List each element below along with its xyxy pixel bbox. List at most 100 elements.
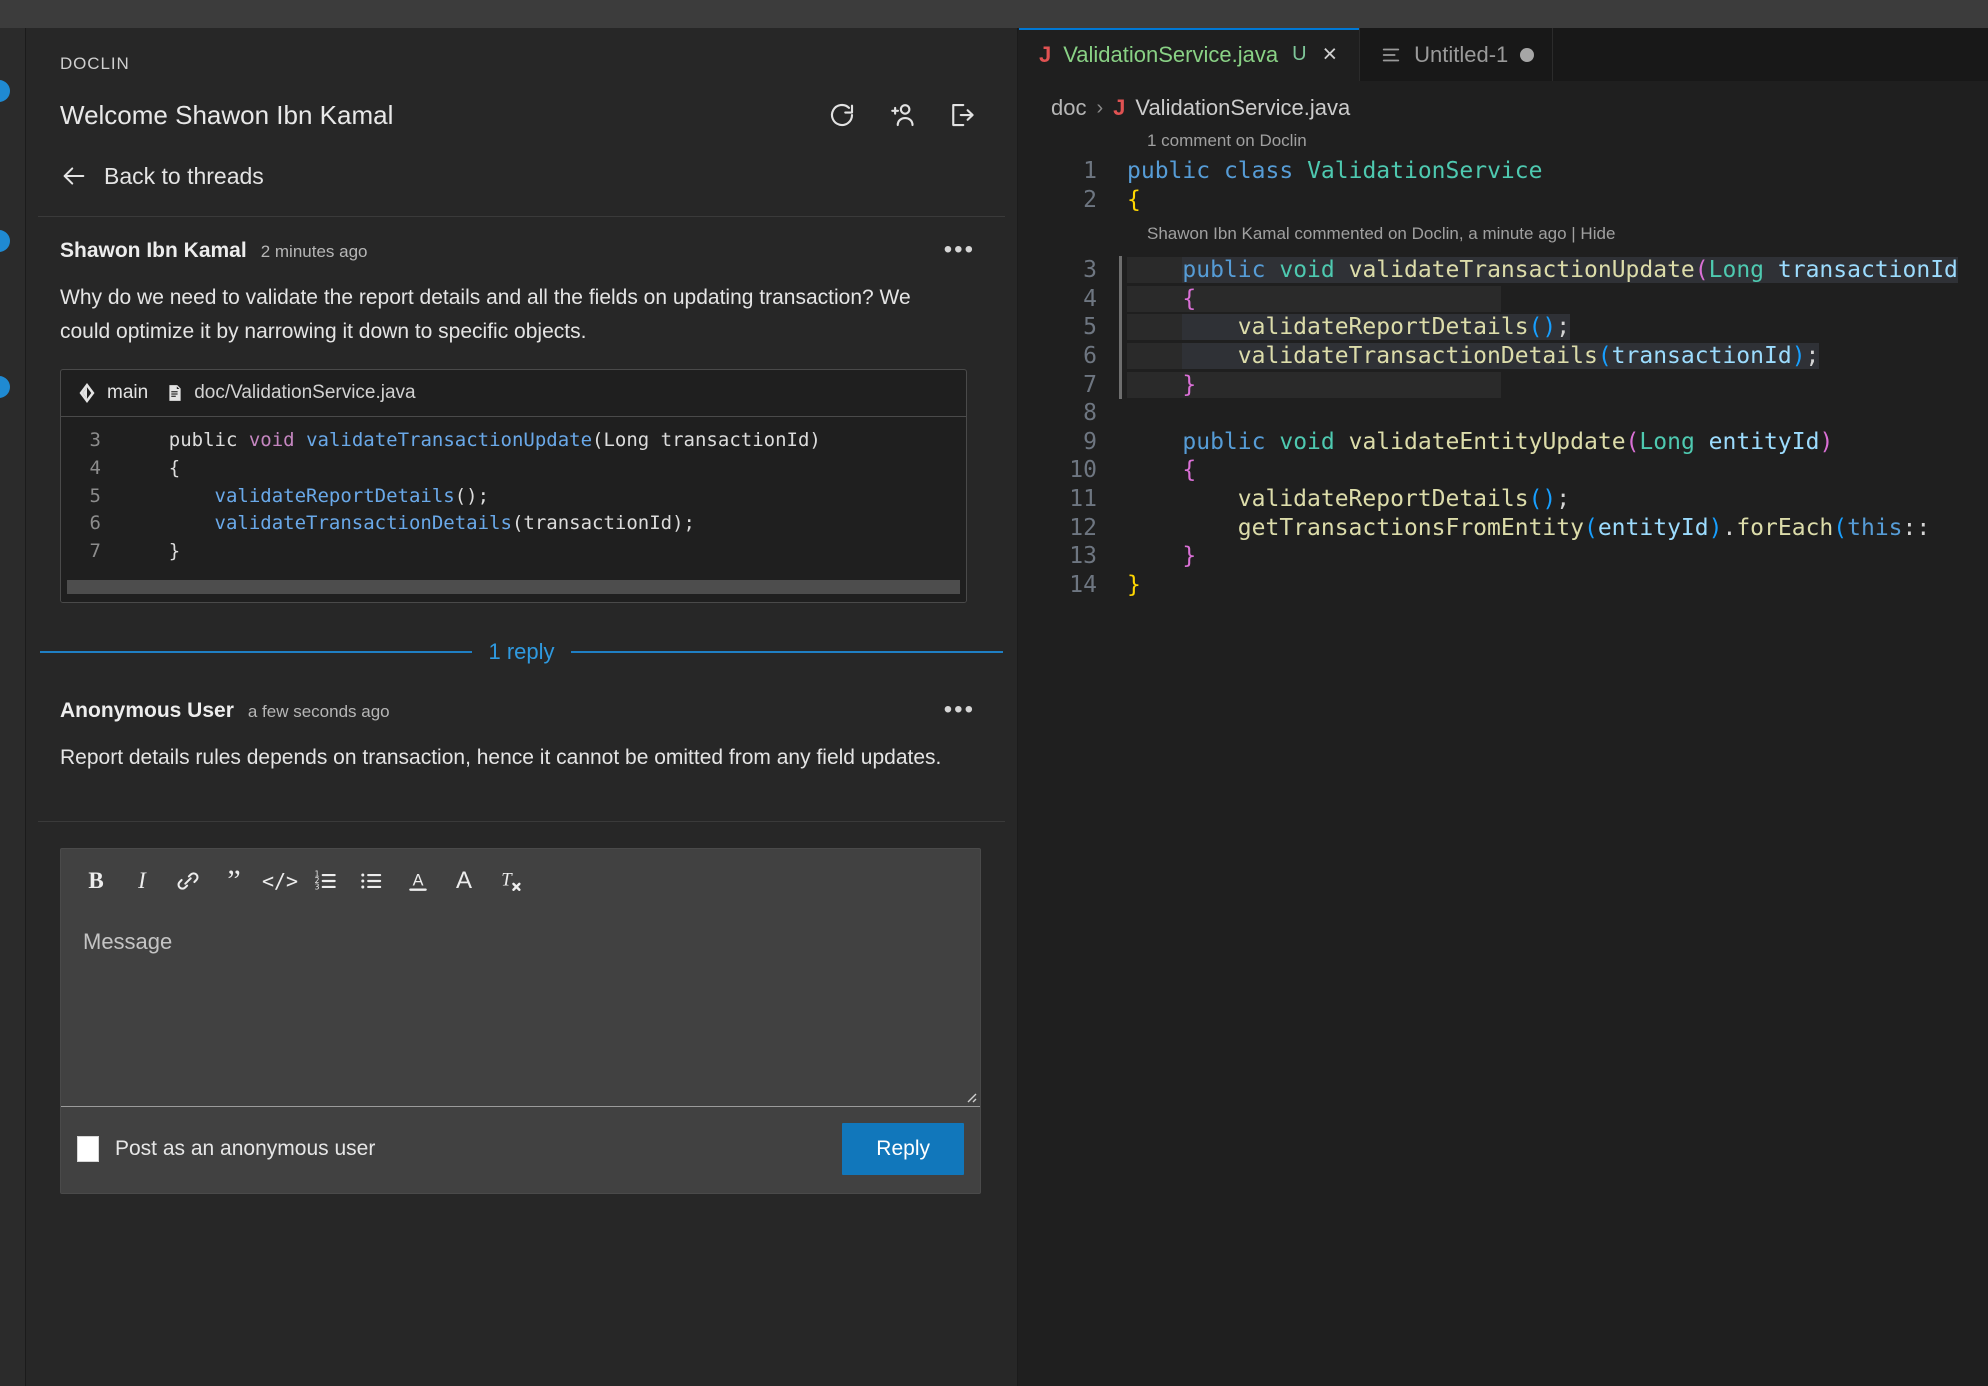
snippet-line-text: } xyxy=(123,539,181,562)
code-line: 14 } xyxy=(1019,571,1988,600)
message-placeholder: Message xyxy=(83,928,173,954)
reply-count-label: 1 reply xyxy=(488,638,555,664)
sign-out-icon[interactable] xyxy=(945,98,979,132)
snippet-line-number: 7 xyxy=(89,539,101,562)
code-icon[interactable]: </> xyxy=(257,861,303,901)
line-source: validateReportDetails(); xyxy=(1237,485,1571,512)
code-line: 7 } xyxy=(1019,370,1988,400)
line-source: { xyxy=(1119,284,1501,314)
snippet-line-text: public void validateTransactionUpdate(Lo… xyxy=(123,429,821,452)
line-source: } xyxy=(1127,571,1141,598)
breadcrumb-folder[interactable]: doc xyxy=(1051,95,1086,121)
message-input[interactable]: Message xyxy=(61,911,980,1107)
line-number: 14 xyxy=(1069,571,1097,598)
activity-bar[interactable] xyxy=(0,28,26,1386)
snippet-line: 5 validateReportDetails(); xyxy=(61,483,966,511)
underline-icon[interactable]: A xyxy=(395,861,441,901)
line-number: 3 xyxy=(1083,257,1097,284)
add-person-icon[interactable] xyxy=(885,98,919,132)
comment-count-decoration[interactable]: 1 comment on Doclin xyxy=(1019,127,1988,157)
line-number: 11 xyxy=(1069,485,1097,512)
blockquote-icon[interactable]: ” xyxy=(211,861,257,901)
composer-box: B I ” </> 1 2 3 A A T Message Post as an… xyxy=(60,847,981,1194)
comment-more-menu[interactable]: ••• xyxy=(938,238,981,262)
composer-footer: Post as an anonymous user Reply xyxy=(61,1107,980,1193)
close-icon[interactable]: × xyxy=(1319,42,1342,67)
reply-count-divider: 1 reply xyxy=(40,638,1004,665)
bullet-list-icon[interactable] xyxy=(349,861,395,901)
clear-format-icon[interactable]: T xyxy=(487,861,533,901)
activity-badge[interactable] xyxy=(0,80,10,102)
snippet-line-text: { xyxy=(123,456,181,479)
bold-icon[interactable]: B xyxy=(73,861,119,901)
snippet-header: main doc/ValidationService.java xyxy=(61,370,966,418)
snippet-line-number: 5 xyxy=(89,484,101,507)
code-line: 9 public void validateEntityUpdate(Long … xyxy=(1019,428,1988,457)
divider-line-left xyxy=(40,650,473,653)
code-line: 5 validateReportDetails(); xyxy=(1019,313,1988,342)
activity-badge[interactable] xyxy=(0,230,10,252)
back-to-threads-button[interactable]: Back to threads xyxy=(26,132,1017,190)
reply-author: Anonymous User xyxy=(60,698,234,722)
line-source: { xyxy=(1182,457,1197,484)
line-number: 10 xyxy=(1069,457,1097,484)
resize-grip-icon[interactable] xyxy=(962,1088,978,1104)
line-number: 2 xyxy=(1083,186,1097,213)
line-source: public void validateTransactionUpdate(Lo… xyxy=(1119,256,1958,285)
refresh-icon[interactable] xyxy=(825,98,859,132)
chevron-right-icon: › xyxy=(1096,96,1104,119)
code-line: 8 xyxy=(1019,399,1988,428)
breadcrumb[interactable]: doc › J ValidationService.java xyxy=(1019,81,1988,121)
snippet-line: 6 validateTransactionDetails(transaction… xyxy=(61,510,966,538)
tab-label: Untitled-1 xyxy=(1414,41,1509,67)
anonymous-checkbox[interactable] xyxy=(77,1135,99,1162)
reply-submit-button[interactable]: Reply xyxy=(842,1122,964,1175)
snippet-branch: main xyxy=(107,382,149,404)
line-number: 5 xyxy=(1083,314,1097,341)
welcome-row: Welcome Shawon Ibn Kamal xyxy=(26,74,1017,132)
inline-comment-decoration[interactable]: Shawon Ibn Kamal commented on Doclin, a … xyxy=(1019,214,1988,256)
line-number: 7 xyxy=(1083,371,1097,398)
code-snippet-card: main doc/ValidationService.java 3 public… xyxy=(60,369,967,603)
line-source: validateReportDetails(); xyxy=(1118,313,1571,342)
line-number: 8 xyxy=(1083,400,1097,427)
italic-icon[interactable]: I xyxy=(119,861,165,901)
tab-untitled-1[interactable]: Untitled-1 xyxy=(1360,28,1554,81)
snippet-line: 4 { xyxy=(61,455,966,483)
reply-more-menu[interactable]: ••• xyxy=(938,697,981,721)
svg-text:T: T xyxy=(501,869,513,890)
code-line: 1 public class ValidationService xyxy=(1019,157,1988,186)
snippet-line-number: 3 xyxy=(89,429,101,452)
snippet-horizontal-scrollbar[interactable] xyxy=(61,579,966,602)
tab-validationservice-java[interactable]: J ValidationService.java U × xyxy=(1019,28,1361,81)
app-window: DOCLIN Welcome Shawon Ibn Kamal Back to … xyxy=(0,0,1988,1386)
tab-label: ValidationService.java xyxy=(1063,41,1279,67)
snippet-line: 7 } xyxy=(61,538,966,566)
reply-body: Report details rules depends on transact… xyxy=(60,745,942,769)
code-line: 10 { xyxy=(1019,456,1988,485)
code-line: 11 validateReportDetails(); xyxy=(1019,485,1988,514)
editor-code-area[interactable]: 1 comment on Doclin 1 public class Valid… xyxy=(1019,127,1988,599)
line-source: validateTransactionDetails(transactionId… xyxy=(1118,341,1820,371)
text-color-icon[interactable]: A xyxy=(441,861,487,901)
line-number: 1 xyxy=(1083,158,1097,184)
line-number: 6 xyxy=(1083,342,1097,369)
sidebar-scroll-area: DOCLIN Welcome Shawon Ibn Kamal Back to … xyxy=(26,28,1017,1386)
snippet-line-text: validateReportDetails(); xyxy=(214,484,490,507)
code-line: 6 validateTransactionDetails(transaction… xyxy=(1019,341,1988,371)
ordered-list-icon[interactable]: 1 2 3 xyxy=(303,861,349,901)
snippet-line-text: validateTransactionDetails(transactionId… xyxy=(214,512,695,535)
line-number: 4 xyxy=(1083,285,1097,312)
thread-root-comment: Shawon Ibn Kamal 2 minutes ago ••• Why d… xyxy=(26,217,1017,603)
java-icon: J xyxy=(1113,95,1126,120)
anonymous-checkbox-row[interactable]: Post as an anonymous user xyxy=(77,1135,376,1162)
link-icon[interactable] xyxy=(165,861,211,901)
activity-badge[interactable] xyxy=(0,376,10,398)
comment-body: Why do we need to validate the report de… xyxy=(60,286,911,344)
line-number: 12 xyxy=(1069,514,1097,541)
anonymous-checkbox-label: Post as an anonymous user xyxy=(115,1136,376,1160)
sidebar-action-buttons xyxy=(825,98,979,132)
breadcrumb-file[interactable]: ValidationService.java xyxy=(1135,95,1350,121)
divider-line-right xyxy=(570,650,1004,653)
code-line: 4 { xyxy=(1019,284,1988,314)
